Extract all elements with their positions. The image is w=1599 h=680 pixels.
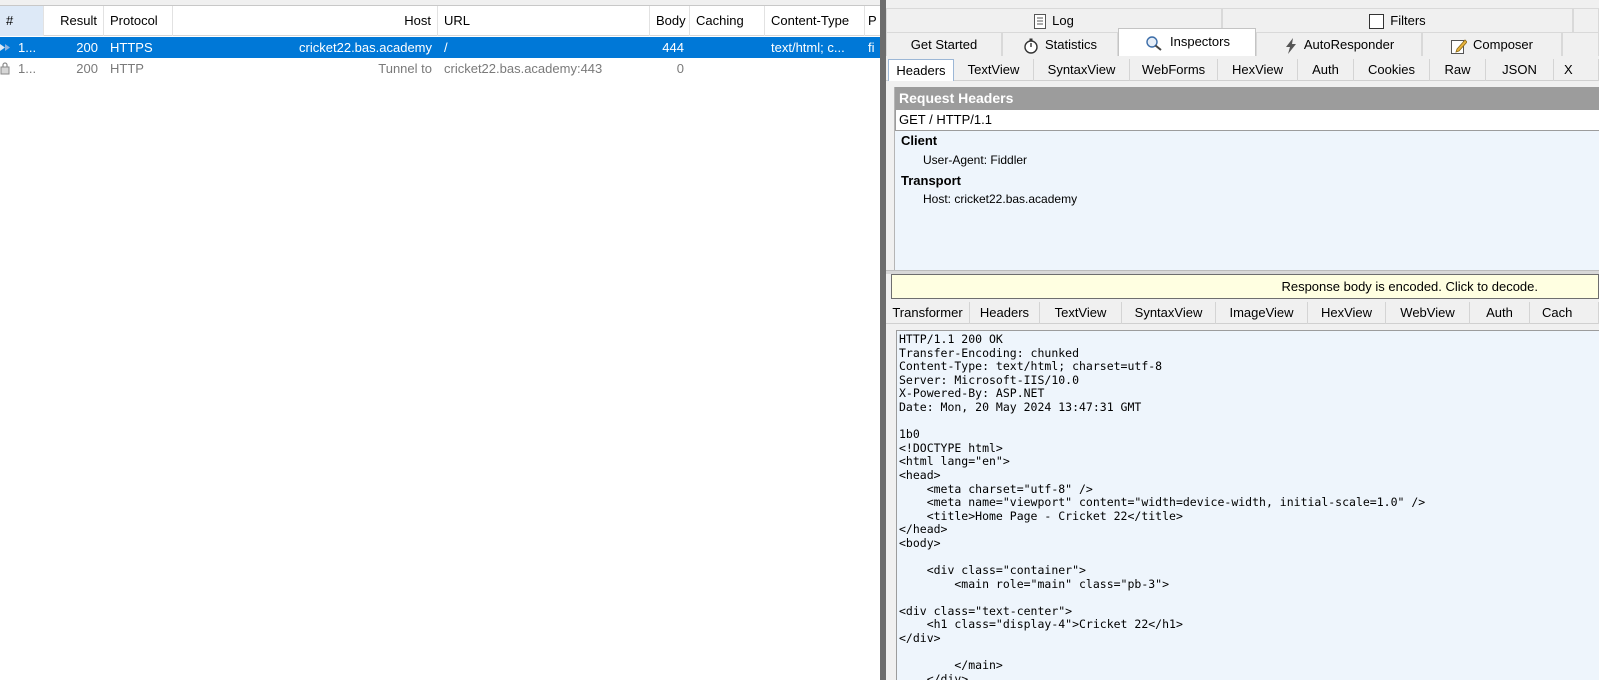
resp-tab-textview[interactable]: TextView: [1040, 302, 1122, 324]
decode-notification-bar[interactable]: Response body is encoded. Click to decod…: [891, 274, 1599, 299]
lightning-icon: [1285, 37, 1296, 54]
resp-tab-hexview[interactable]: HexView: [1308, 302, 1386, 324]
stopwatch-icon: [1024, 38, 1038, 54]
log-icon: [1034, 14, 1047, 30]
tab-autoresponder[interactable]: AutoResponder: [1256, 32, 1422, 56]
session-number: 1...: [18, 61, 37, 76]
session-body: 444: [662, 40, 684, 55]
resp-tab-auth[interactable]: Auth: [1470, 302, 1530, 324]
session-protocol: HTTPS: [110, 40, 153, 55]
column-url[interactable]: URL: [438, 6, 650, 36]
magnifier-icon: [1146, 35, 1162, 51]
resp-tab-syntaxview[interactable]: SyntaxView: [1122, 302, 1216, 324]
header-host[interactable]: Host: cricket22.bas.academy: [923, 192, 1077, 206]
response-raw-view[interactable]: HTTP/1.1 200 OK Transfer-Encoding: chunk…: [896, 330, 1599, 680]
column-content-type[interactable]: Content-Type: [765, 6, 865, 36]
resp-tab-transformer[interactable]: Transformer: [886, 302, 970, 324]
request-headers-title: Request Headers: [895, 87, 1599, 109]
https-session-icon: [0, 44, 10, 51]
filters-checkbox[interactable]: [1369, 14, 1385, 30]
sessions-pane: # Result Protocol Host URL Body Caching …: [0, 0, 882, 680]
column-number[interactable]: #: [0, 6, 44, 36]
session-caching: [690, 58, 765, 79]
resp-tab-caching[interactable]: Cach: [1530, 302, 1599, 324]
tab-inspectors[interactable]: Inspectors: [1118, 28, 1256, 56]
tab-more[interactable]: [1562, 32, 1599, 56]
session-row[interactable]: 1... 200 HTTP Tunnel to cricket22.bas.ac…: [0, 58, 882, 79]
req-tab-auth[interactable]: Auth: [1298, 59, 1354, 81]
tab-composer-label: Composer: [1473, 37, 1533, 52]
tab-autoresponder-label: AutoResponder: [1303, 37, 1395, 52]
session-number: 1...: [18, 40, 37, 55]
response-inspector-tabs: Transformer Headers TextView SyntaxView …: [886, 300, 1599, 324]
column-protocol[interactable]: Protocol: [104, 6, 173, 36]
req-tab-headers[interactable]: Headers: [888, 59, 954, 81]
tab-filters-label: Filters: [1390, 13, 1426, 28]
composer-icon: [1451, 38, 1468, 54]
session-caching: [690, 37, 765, 58]
lock-icon: [0, 62, 10, 75]
request-headers-panel: Request Headers GET / HTTP/1.1 Client Us…: [894, 87, 1599, 270]
session-result: 200: [76, 40, 98, 55]
resp-tab-webview[interactable]: WebView: [1386, 302, 1470, 324]
tab-statistics-label: Statistics: [1044, 37, 1097, 52]
req-tab-hexview[interactable]: HexView: [1218, 59, 1298, 81]
sessions-column-header: # Result Protocol Host URL Body Caching …: [0, 6, 882, 36]
session-protocol: HTTP: [110, 61, 144, 76]
req-tab-raw[interactable]: Raw: [1430, 59, 1486, 81]
column-host[interactable]: Host: [173, 6, 438, 36]
resp-tab-headers[interactable]: Headers: [970, 302, 1040, 324]
request-inspector-tabs: Headers TextView SyntaxView WebForms Hex…: [886, 57, 1599, 81]
request-line[interactable]: GET / HTTP/1.1: [895, 109, 1599, 131]
tab-overflow[interactable]: [1573, 8, 1599, 32]
top-tab-row-2: Get Started Statistics Inspectors AutoRe…: [886, 28, 1599, 56]
session-body: 0: [676, 61, 684, 76]
tab-get-started[interactable]: Get Started: [886, 32, 1002, 56]
header-group-transport[interactable]: Transport: [901, 173, 961, 188]
req-tab-textview[interactable]: TextView: [954, 59, 1034, 81]
req-tab-syntaxview[interactable]: SyntaxView: [1034, 59, 1130, 81]
session-result: 200: [76, 61, 98, 76]
session-host: Tunnel to: [378, 61, 432, 76]
inspector-pane: Log Filters Get Started Statistics Inspe…: [886, 0, 1599, 680]
tab-filters[interactable]: Filters: [1222, 8, 1573, 32]
req-tab-xml[interactable]: X: [1554, 59, 1599, 81]
tab-inspectors-label: Inspectors: [1170, 34, 1230, 49]
column-caching[interactable]: Caching: [690, 6, 765, 36]
req-tab-webforms[interactable]: WebForms: [1130, 59, 1218, 81]
response-body-text: HTTP/1.1 200 OK Transfer-Encoding: chunk…: [899, 332, 1426, 680]
header-user-agent[interactable]: User-Agent: Fiddler: [923, 153, 1027, 167]
session-url: /: [444, 40, 448, 55]
resp-tab-imageview[interactable]: ImageView: [1216, 302, 1308, 324]
column-result[interactable]: Result: [44, 6, 104, 36]
header-group-client[interactable]: Client: [901, 133, 937, 148]
session-content-type: [765, 58, 865, 79]
req-tab-json[interactable]: JSON: [1486, 59, 1554, 81]
tab-composer[interactable]: Composer: [1422, 32, 1562, 56]
tab-log-label: Log: [1052, 13, 1074, 28]
session-host: cricket22.bas.academy: [299, 40, 432, 55]
session-row[interactable]: 1... 200 HTTPS cricket22.bas.academy / 4…: [0, 37, 882, 58]
req-tab-cookies[interactable]: Cookies: [1354, 59, 1430, 81]
column-body[interactable]: Body: [650, 6, 690, 36]
tab-get-started-label: Get Started: [910, 37, 978, 52]
session-url: cricket22.bas.academy:443: [444, 61, 603, 76]
session-content-type: text/html; c...: [771, 40, 845, 55]
tab-statistics[interactable]: Statistics: [1002, 32, 1118, 56]
